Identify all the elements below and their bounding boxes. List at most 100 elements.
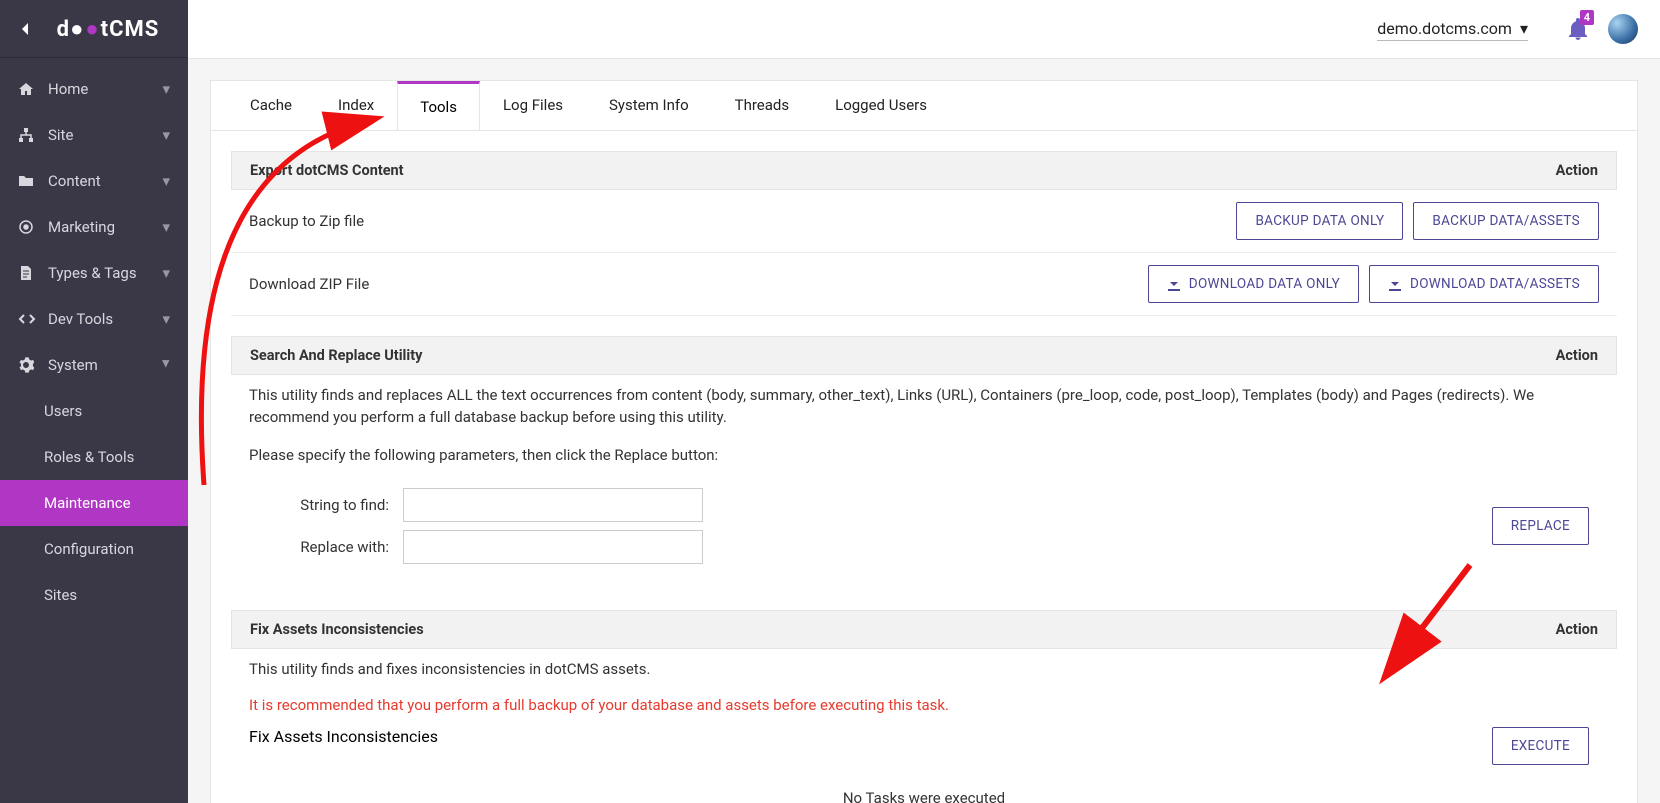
- nav-marketing[interactable]: Marketing ▾: [0, 204, 188, 250]
- download-data-only-button[interactable]: DOWNLOAD DATA ONLY: [1148, 265, 1359, 303]
- tab-threads[interactable]: Threads: [712, 81, 812, 130]
- folder-icon: [18, 173, 40, 189]
- submenu-users[interactable]: Users: [0, 388, 188, 434]
- section-action-header: Action: [1556, 621, 1598, 638]
- system-submenu: Users Roles & Tools Maintenance Configur…: [0, 388, 188, 618]
- export-row-backup: Backup to Zip file BACKUP DATA ONLY BACK…: [231, 190, 1617, 253]
- sitemap-icon: [18, 127, 40, 143]
- tab-label: System Info: [609, 96, 689, 114]
- nav-home[interactable]: Home ▾: [0, 66, 188, 112]
- replace-section: Search And Replace Utility Action This u…: [231, 336, 1617, 590]
- download-data-assets-button[interactable]: DOWNLOAD DATA/ASSETS: [1369, 265, 1599, 303]
- nav-label: Dev Tools: [48, 310, 113, 328]
- chevron-down-icon: ▾: [162, 310, 170, 328]
- home-icon: [18, 81, 40, 97]
- target-icon: [18, 219, 40, 235]
- nav-devtools[interactable]: Dev Tools ▾: [0, 296, 188, 342]
- section-action-header: Action: [1556, 162, 1598, 179]
- site-selector[interactable]: demo.dotcms.com ▾: [1377, 17, 1528, 41]
- nav-content[interactable]: Content ▾: [0, 158, 188, 204]
- backup-data-only-button[interactable]: BACKUP DATA ONLY: [1236, 202, 1403, 240]
- tab-label: Tools: [420, 98, 457, 116]
- nav-label: Types & Tags: [48, 264, 137, 282]
- download-icon: [1167, 277, 1181, 291]
- submenu-configuration[interactable]: Configuration: [0, 526, 188, 572]
- form-row-find: String to find:: [249, 488, 1482, 522]
- replace-description: This utility finds and replaces ALL the …: [231, 375, 1617, 429]
- submenu-sites[interactable]: Sites: [0, 572, 188, 618]
- submenu-label: Sites: [44, 586, 77, 604]
- form-fields: String to find: Replace with:: [249, 480, 1482, 572]
- form-row-replace: Replace with:: [249, 530, 1482, 564]
- nav-types[interactable]: Types & Tags ▾: [0, 250, 188, 296]
- button-label: DOWNLOAD DATA/ASSETS: [1410, 276, 1580, 292]
- section-title: Search And Replace Utility: [250, 347, 422, 364]
- chevron-down-icon: ▾: [162, 172, 170, 190]
- section-title: Fix Assets Inconsistencies: [250, 621, 424, 638]
- row-label: Backup to Zip file: [249, 212, 1226, 230]
- backup-data-assets-button[interactable]: BACKUP DATA/ASSETS: [1413, 202, 1599, 240]
- tab-label: Threads: [735, 96, 789, 114]
- tab-cache[interactable]: Cache: [227, 81, 315, 130]
- user-avatar[interactable]: [1608, 14, 1638, 44]
- button-label: EXECUTE: [1511, 738, 1570, 754]
- fix-section: Fix Assets Inconsistencies Action This u…: [231, 610, 1617, 803]
- tab-loggedusers[interactable]: Logged Users: [812, 81, 950, 130]
- button-label: REPLACE: [1511, 518, 1570, 534]
- notifications-button[interactable]: 4: [1568, 18, 1588, 40]
- submenu-roles[interactable]: Roles & Tools: [0, 434, 188, 480]
- submenu-label: Roles & Tools: [44, 448, 134, 466]
- fix-description: This utility finds and fixes inconsisten…: [231, 649, 1617, 681]
- code-icon: [18, 311, 40, 327]
- section-header: Search And Replace Utility Action: [231, 336, 1617, 375]
- button-label: BACKUP DATA/ASSETS: [1432, 213, 1580, 229]
- replace-with-input[interactable]: [403, 530, 703, 564]
- button-label: DOWNLOAD DATA ONLY: [1189, 276, 1340, 292]
- replace-form: String to find: Replace with: REPLACE: [231, 466, 1617, 590]
- button-label: BACKUP DATA ONLY: [1255, 213, 1384, 229]
- chevron-up-icon: ▴: [162, 356, 170, 374]
- replace-button[interactable]: REPLACE: [1492, 507, 1589, 545]
- submenu-label: Users: [44, 402, 82, 420]
- nav-label: Site: [48, 126, 73, 144]
- chevron-down-icon: ▾: [162, 80, 170, 98]
- section-title: Export dotCMS Content: [250, 162, 404, 179]
- fix-warning: It is recommended that you perform a ful…: [231, 681, 1617, 717]
- field-label: String to find:: [249, 496, 389, 514]
- sidebar-header: d●●tCMS: [0, 0, 188, 58]
- back-arrow-icon[interactable]: [12, 15, 40, 43]
- fix-actions: EXECUTE: [1482, 727, 1599, 765]
- submenu-label: Configuration: [44, 540, 134, 558]
- logo: d●●tCMS: [40, 16, 176, 42]
- tab-label: Index: [338, 96, 374, 114]
- field-label: Replace with:: [249, 538, 389, 556]
- tab-bar: Cache Index Tools Log Files System Info …: [211, 81, 1637, 131]
- chevron-down-icon: ▾: [1520, 19, 1528, 38]
- tab-label: Log Files: [503, 96, 563, 114]
- section-action-header: Action: [1556, 347, 1598, 364]
- tab-systeminfo[interactable]: System Info: [586, 81, 712, 130]
- nav-site[interactable]: Site ▾: [0, 112, 188, 158]
- chevron-down-icon: ▾: [162, 126, 170, 144]
- nav-system[interactable]: System ▴: [0, 342, 188, 388]
- fix-row: Fix Assets Inconsistencies: [249, 727, 1482, 765]
- file-icon: [18, 265, 40, 281]
- execute-button[interactable]: EXECUTE: [1492, 727, 1589, 765]
- tab-index[interactable]: Index: [315, 81, 397, 130]
- site-name: demo.dotcms.com: [1377, 19, 1512, 38]
- string-to-find-input[interactable]: [403, 488, 703, 522]
- download-icon: [1388, 277, 1402, 291]
- submenu-maintenance[interactable]: Maintenance: [0, 480, 188, 526]
- fix-status: No Tasks were executed: [231, 783, 1617, 803]
- nav-label: Content: [48, 172, 101, 190]
- nav-label: Marketing: [48, 218, 115, 236]
- tab-tools[interactable]: Tools: [397, 81, 480, 130]
- chevron-down-icon: ▾: [162, 218, 170, 236]
- tab-logfiles[interactable]: Log Files: [480, 81, 586, 130]
- row-label: Download ZIP File: [249, 275, 1138, 293]
- replace-instructions: Please specify the following parameters,…: [231, 429, 1617, 467]
- export-row-download: Download ZIP File DOWNLOAD DATA ONLY DOW…: [231, 253, 1617, 316]
- export-section: Export dotCMS Content Action Backup to Z…: [231, 151, 1617, 316]
- form-actions: REPLACE: [1482, 480, 1599, 572]
- submenu-label: Maintenance: [44, 494, 131, 512]
